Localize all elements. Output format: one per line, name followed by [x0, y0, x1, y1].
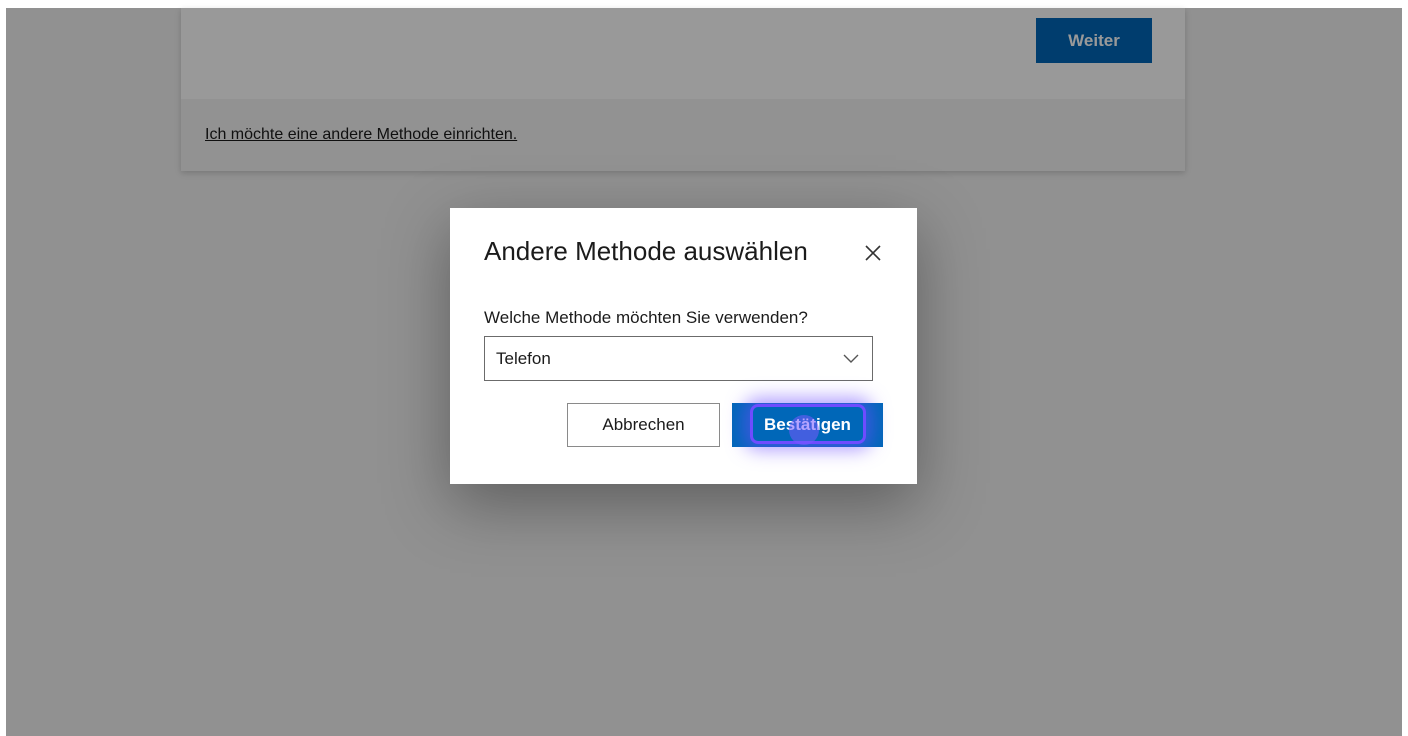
method-question-label: Welche Methode möchten Sie verwenden? — [484, 308, 808, 327]
dialog-title: Andere Methode auswählen — [484, 236, 808, 266]
method-select-value: Telefon — [496, 349, 551, 368]
confirm-button[interactable]: Bestätigen — [732, 403, 883, 447]
screen: Weiter Ich möchte eine andere Methode ei… — [0, 0, 1408, 736]
choose-method-dialog: Andere Methode auswählen Welche Methode … — [450, 208, 917, 484]
close-icon[interactable] — [862, 242, 884, 264]
method-select[interactable]: Telefon — [484, 336, 873, 381]
cancel-button[interactable]: Abbrechen — [567, 403, 720, 447]
chevron-down-icon — [842, 351, 860, 365]
